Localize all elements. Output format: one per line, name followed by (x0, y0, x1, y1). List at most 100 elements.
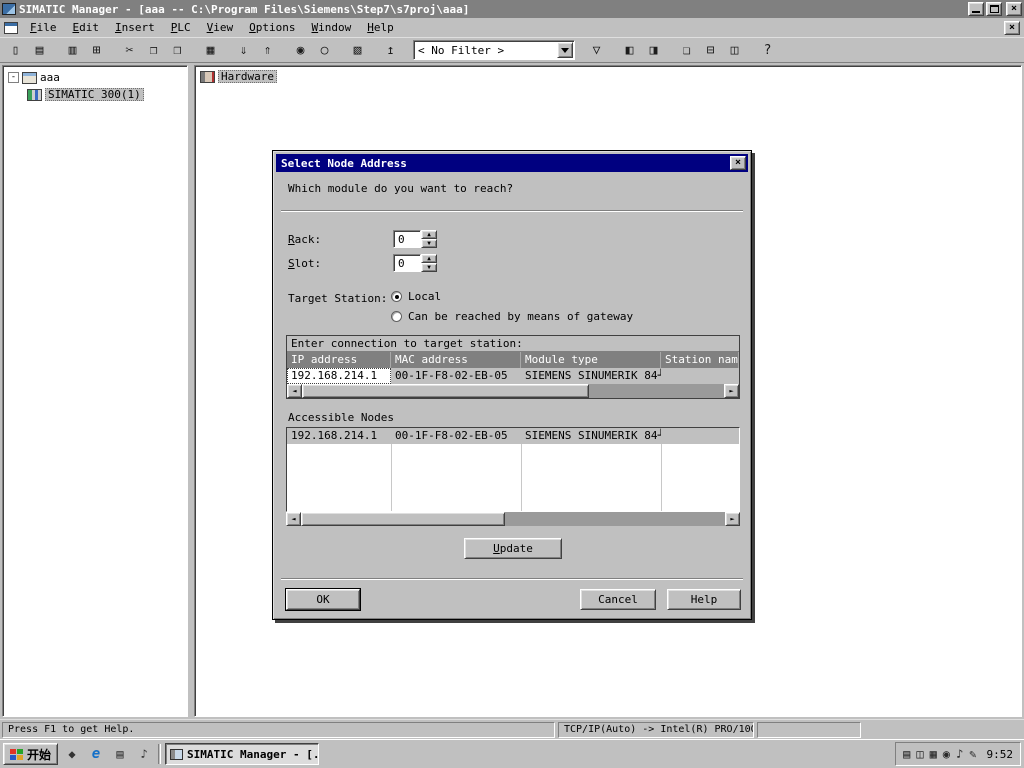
toolbar-open-button[interactable]: ▤ (28, 39, 51, 61)
taskbar-simatic-label: SIMATIC Manager - [... (187, 748, 319, 761)
chevron-down-icon (561, 48, 569, 53)
quick-launch-channels-icon[interactable]: ▤ (110, 744, 130, 764)
radio-unselected-icon[interactable] (391, 311, 402, 322)
tray-display-icon[interactable]: ▦ (930, 747, 937, 761)
hardware-item[interactable]: Hardware (200, 70, 277, 83)
toolbar-online-button[interactable]: ◉ (289, 39, 312, 61)
rack-input[interactable]: 0 (393, 230, 421, 248)
scroll-left-button[interactable]: ◄ (286, 512, 301, 526)
tray-network-icon[interactable]: ◫ (916, 747, 923, 761)
dialog-close-button[interactable]: × (730, 156, 746, 170)
scroll-thumb[interactable] (301, 512, 505, 526)
tray-printer-icon[interactable]: ▤ (903, 747, 910, 761)
update-button-label: Update (493, 542, 533, 555)
menu-file[interactable]: File (22, 19, 65, 36)
toolbar-help-button[interactable]: ? (756, 39, 779, 61)
connection-mac-cell[interactable]: 00-1F-F8-02-EB-05 (391, 368, 521, 384)
tree-row-root: - aaa (3, 69, 187, 86)
update-button[interactable]: Update (464, 538, 562, 559)
toolbar-offline-button[interactable]: ○ (313, 39, 336, 61)
radio-gateway[interactable]: Can be reached by means of gateway (391, 310, 633, 323)
scroll-right-button[interactable]: ► (724, 384, 739, 398)
dialog-prompt: Which module do you want to reach? (288, 182, 513, 195)
toolbar-new-button[interactable]: ▯ (4, 39, 27, 61)
tree-item-aaa[interactable]: aaa (40, 71, 60, 84)
rack-spin-up-button[interactable]: ▲ (421, 230, 437, 239)
accessible-node-row[interactable]: 192.168.214.1 00-1F-F8-02-EB-05 SIEMENS … (287, 428, 739, 444)
status-bar: Press F1 to get Help. TCP/IP(Auto) -> In… (0, 719, 1024, 739)
toolbar-large-icons-button[interactable]: ▦ (199, 39, 222, 61)
rack-spin-down-button[interactable]: ▼ (421, 239, 437, 248)
tray-tablet-icon[interactable]: ✎ (969, 747, 976, 761)
toolbar-tile-horizontal-button[interactable]: ⊟ (699, 39, 722, 61)
connection-station-name-cell[interactable] (661, 368, 739, 384)
column-header-module-type[interactable]: Module type (521, 352, 661, 368)
connection-ip-cell[interactable]: 192.168.214.1 (287, 368, 391, 384)
radio-selected-icon[interactable] (391, 291, 402, 302)
accessible-nodes-list[interactable]: 192.168.214.1 00-1F-F8-02-EB-05 SIEMENS … (286, 427, 740, 512)
toolbar-download-button[interactable]: ⇓ (232, 39, 255, 61)
menu-help[interactable]: Help (359, 19, 402, 36)
scroll-thumb[interactable] (302, 384, 589, 398)
minimize-button[interactable] (968, 2, 984, 16)
menu-view[interactable]: View (199, 19, 242, 36)
node-ip-cell: 192.168.214.1 (287, 428, 391, 444)
rack-spinner: ▲ ▼ (421, 230, 437, 248)
status-empty-panel (757, 722, 861, 738)
close-button[interactable]: × (1006, 2, 1022, 16)
tray-volume-icon[interactable]: ♪ (956, 747, 963, 761)
toolbar-paste-button[interactable]: ❒ (166, 39, 189, 61)
tree-item-simatic-300[interactable]: SIMATIC 300(1) (45, 88, 144, 101)
scroll-right-button[interactable]: ► (725, 512, 740, 526)
slot-spin-down-button[interactable]: ▼ (421, 263, 437, 272)
help-button[interactable]: Help (667, 589, 741, 610)
toolbar-up-level-button[interactable]: ↥ (379, 39, 402, 61)
menu-plc[interactable]: PLC (163, 19, 199, 36)
filter-dropdown-button[interactable] (557, 42, 573, 58)
ok-button-label: OK (316, 593, 329, 606)
toolbar-station-button[interactable]: ⊞ (85, 39, 108, 61)
menu-options[interactable]: Options (241, 19, 303, 36)
toolbar-simulate-button[interactable]: ◧ (618, 39, 641, 61)
column-header-station-name[interactable]: Station name (661, 352, 739, 368)
menu-window[interactable]: Window (304, 19, 360, 36)
select-node-address-dialog: Select Node Address × Which module do yo… (272, 150, 752, 620)
child-close-button[interactable]: × (1004, 21, 1020, 35)
scroll-track[interactable] (301, 512, 725, 526)
toolbar-pgpc-button[interactable]: ◨ (642, 39, 665, 61)
scroll-left-button[interactable]: ◄ (287, 384, 302, 398)
slot-input[interactable]: 0 (393, 254, 421, 272)
tray-update-icon[interactable]: ◉ (943, 747, 950, 761)
toolbar-copy-button[interactable]: ❐ (142, 39, 165, 61)
dialog-title: Select Node Address (281, 157, 407, 170)
toolbar-cut-button[interactable]: ✂ (118, 39, 141, 61)
toolbar-details-button[interactable]: ▧ (346, 39, 369, 61)
title-bar: SIMATIC Manager - [aaa -- C:\Program Fil… (0, 0, 1024, 18)
quick-launch-show-desktop-icon[interactable]: ◆ (62, 744, 82, 764)
radio-local[interactable]: Local (391, 290, 441, 303)
toolbar-memory-card-button[interactable]: ▥ (61, 39, 84, 61)
tree-collapse-toggle[interactable]: - (8, 72, 19, 83)
column-header-ip[interactable]: IP address (287, 352, 391, 368)
simatic-task-icon (170, 749, 183, 760)
connection-module-type-cell[interactable]: SIEMENS SINUMERIK 84┘ (521, 368, 661, 384)
toolbar-tile-vertical-button[interactable]: ◫ (723, 39, 746, 61)
column-header-mac[interactable]: MAC address (391, 352, 521, 368)
scroll-track[interactable] (302, 384, 724, 398)
system-tray: ▤ ◫ ▦ ◉ ♪ ✎ 9:52 (895, 742, 1021, 766)
quick-launch-media-icon[interactable]: ♪ (134, 744, 154, 764)
filter-combobox[interactable]: < No Filter > (413, 40, 575, 60)
slot-spin-up-button[interactable]: ▲ (421, 254, 437, 263)
ok-button[interactable]: OK (286, 589, 360, 610)
maximize-button[interactable] (986, 2, 1002, 16)
menu-edit[interactable]: Edit (65, 19, 108, 36)
menu-insert[interactable]: Insert (107, 19, 163, 36)
toolbar-cascade-button[interactable]: ❏ (675, 39, 698, 61)
cancel-button[interactable]: Cancel (580, 589, 656, 610)
clock[interactable]: 9:52 (987, 748, 1014, 761)
toolbar-upload-button[interactable]: ⇑ (256, 39, 279, 61)
start-button[interactable]: 开始 (3, 743, 58, 765)
toolbar-filter-button[interactable]: ▽ (585, 39, 608, 61)
quick-launch-internet-explorer-icon[interactable]: e (86, 744, 106, 764)
taskbar-simatic-button[interactable]: SIMATIC Manager - [... (165, 743, 319, 765)
